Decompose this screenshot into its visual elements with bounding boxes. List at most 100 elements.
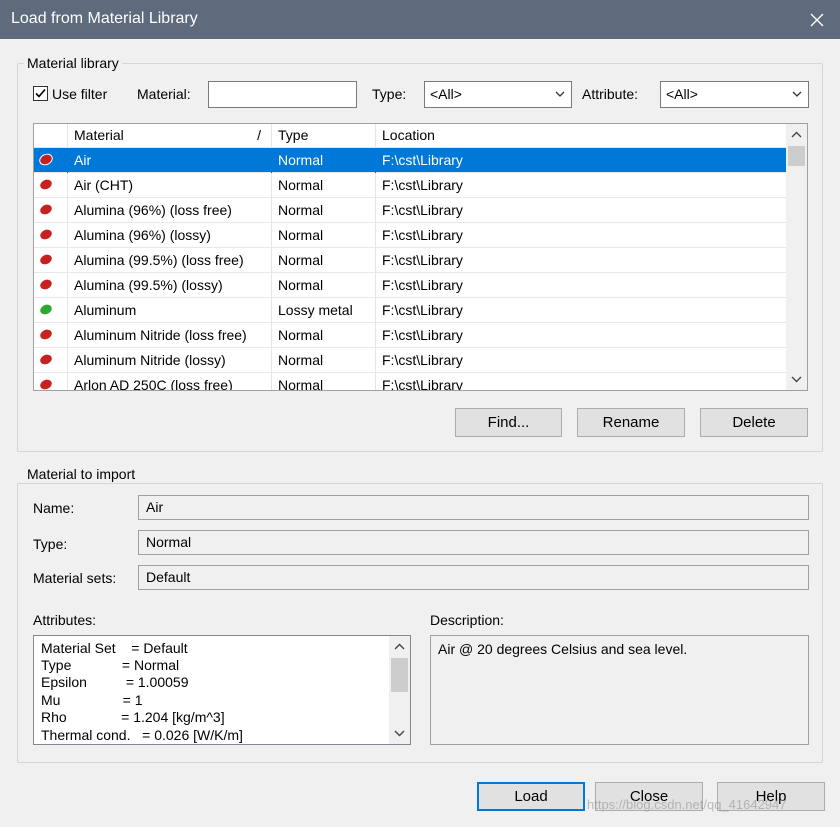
table-row[interactable]: Alumina (96%) (lossy) Normal F:\cst\Librar… bbox=[34, 223, 786, 248]
type-field: Normal bbox=[138, 530, 809, 555]
attributes-box[interactable]: Material Set = Default Type = Normal Eps… bbox=[33, 635, 411, 745]
sort-indicator-icon: / bbox=[257, 127, 261, 143]
load-button[interactable]: Load bbox=[477, 782, 585, 811]
table-row[interactable]: Air Normal F:\cst\Library bbox=[34, 148, 786, 173]
attribute-line: Type = Normal bbox=[41, 657, 180, 673]
material-icon-cell bbox=[34, 273, 68, 298]
find-button[interactable]: Find... bbox=[455, 408, 562, 437]
attribute-line: Material Set = Default bbox=[41, 640, 188, 656]
table-row[interactable]: Alumina (96%) (loss free) Normal F:\cst\Li… bbox=[34, 198, 786, 223]
material-location-cell: F:\cst\Library bbox=[382, 152, 463, 168]
attribute-filter-dropdown[interactable]: <All> bbox=[660, 81, 809, 108]
attribute-line: Epsilon = 1.00059 bbox=[41, 674, 189, 690]
material-icon-cell bbox=[34, 298, 68, 323]
material-type-cell: Normal bbox=[272, 323, 376, 348]
material-name-cell: Aluminum bbox=[68, 298, 272, 323]
material-type-cell: Normal bbox=[272, 198, 376, 223]
scroll-down-icon[interactable] bbox=[394, 729, 405, 737]
material-list[interactable]: Material / Type Location Air Normal F:\cst… bbox=[33, 123, 808, 391]
material-type-cell: Normal bbox=[272, 148, 376, 173]
table-row[interactable]: Alumina (99.5%) (loss free) Normal F:\cst\… bbox=[34, 248, 786, 273]
description-label: Description: bbox=[430, 612, 504, 628]
checkmark-icon bbox=[35, 88, 46, 98]
material-color-icon bbox=[38, 227, 54, 242]
window-title: Load from Material Library bbox=[11, 10, 198, 27]
column-header-type[interactable]: Type bbox=[272, 124, 376, 148]
material-icon-cell bbox=[34, 248, 68, 273]
chevron-down-icon bbox=[792, 91, 802, 97]
material-color-icon bbox=[38, 352, 54, 367]
material-type-cell: Normal bbox=[272, 173, 376, 198]
table-row[interactable]: Aluminum Nitride (loss free) Normal F:\cst… bbox=[34, 323, 786, 348]
attribute-line: Thermal cond. = 0.026 [W/K/m] bbox=[41, 727, 243, 743]
name-field: Air bbox=[138, 495, 809, 520]
type-filter-value: <All> bbox=[430, 86, 462, 102]
scrollbar-thumb[interactable] bbox=[391, 658, 408, 692]
material-sets-field: Default bbox=[138, 565, 809, 590]
material-name-cell: Air bbox=[68, 148, 272, 173]
column-header-location[interactable]: Location bbox=[376, 124, 786, 148]
attribute-line: Rho = 1.204 [kg/m^3] bbox=[41, 709, 225, 725]
description-box: Air @ 20 degrees Celsius and sea level. bbox=[430, 635, 809, 745]
type-label: Type: bbox=[33, 536, 68, 552]
material-color-icon bbox=[38, 177, 54, 192]
close-icon[interactable] bbox=[794, 0, 840, 39]
material-name-cell: Aluminum Nitride (lossy) bbox=[68, 348, 272, 373]
material-color-icon bbox=[38, 202, 54, 217]
material-color-icon bbox=[37, 151, 55, 168]
material-location-cell: F:\cst\Library bbox=[382, 177, 463, 193]
material-color-icon bbox=[38, 302, 54, 317]
material-color-icon bbox=[38, 377, 54, 390]
material-filter-label: Material: bbox=[137, 86, 191, 102]
scrollbar-thumb[interactable] bbox=[788, 146, 805, 166]
material-library-dialog: Load from Material Library Material libr… bbox=[0, 0, 840, 827]
table-row[interactable]: Aluminum Lossy metal F:\cst\Library bbox=[34, 298, 786, 323]
material-location-cell: F:\cst\Library bbox=[382, 327, 463, 343]
use-filter-label[interactable]: Use filter bbox=[52, 86, 107, 102]
table-row[interactable]: Alumina (99.5%) (lossy) Normal F:\cst\Libr… bbox=[34, 273, 786, 298]
material-type-cell: Normal bbox=[272, 348, 376, 373]
material-location-cell: F:\cst\Library bbox=[382, 202, 463, 218]
attribute-line: Mu = 1 bbox=[41, 692, 143, 708]
material-name-cell: Arlon AD 250C (loss free) bbox=[68, 373, 272, 390]
material-type-cell: Normal bbox=[272, 248, 376, 273]
delete-button[interactable]: Delete bbox=[700, 408, 808, 437]
attribute-filter-label: Attribute: bbox=[582, 86, 639, 102]
material-color-icon bbox=[38, 327, 54, 342]
material-type-cell: Normal bbox=[272, 223, 376, 248]
material-icon-cell bbox=[34, 148, 68, 173]
material-name-cell: Alumina (99.5%) (lossy) bbox=[68, 273, 272, 298]
use-filter-checkbox[interactable] bbox=[33, 86, 48, 101]
material-location-cell: F:\cst\Library bbox=[382, 352, 463, 368]
material-filter-input[interactable] bbox=[208, 81, 357, 108]
material-color-icon bbox=[38, 252, 54, 267]
scroll-up-icon[interactable] bbox=[791, 131, 802, 139]
attributes-scrollbar[interactable] bbox=[389, 636, 410, 744]
material-type-cell: Normal bbox=[272, 273, 376, 298]
material-type-cell: Lossy metal bbox=[272, 298, 376, 323]
rename-button[interactable]: Rename bbox=[577, 408, 685, 437]
material-location-cell: F:\cst\Library bbox=[382, 252, 463, 268]
type-filter-label: Type: bbox=[372, 86, 407, 102]
material-name-cell: Air (CHT) bbox=[68, 173, 272, 198]
table-row[interactable]: Arlon AD 250C (loss free) Normal F:\cst\Li… bbox=[34, 373, 786, 390]
material-name-cell: Alumina (96%) (loss free) bbox=[68, 198, 272, 223]
list-scrollbar[interactable] bbox=[786, 124, 807, 390]
material-icon-cell bbox=[34, 198, 68, 223]
chevron-down-icon bbox=[555, 91, 565, 97]
material-name-cell: Aluminum Nitride (loss free) bbox=[68, 323, 272, 348]
attributes-label: Attributes: bbox=[33, 612, 97, 628]
table-row[interactable]: Air (CHT) Normal F:\cst\Library bbox=[34, 173, 786, 198]
column-header-icon[interactable] bbox=[34, 124, 68, 148]
material-name-cell: Alumina (96%) (lossy) bbox=[68, 223, 272, 248]
column-header-material[interactable]: Material / bbox=[68, 124, 272, 148]
material-location-cell: F:\cst\Library bbox=[382, 277, 463, 293]
scroll-up-icon[interactable] bbox=[394, 643, 405, 651]
table-row[interactable]: Aluminum Nitride (lossy) Normal F:\cst\Lib… bbox=[34, 348, 786, 373]
material-icon-cell bbox=[34, 323, 68, 348]
material-location-cell: F:\cst\Library bbox=[382, 302, 463, 318]
title-bar: Load from Material Library bbox=[0, 0, 840, 39]
type-filter-dropdown[interactable]: <All> bbox=[424, 81, 572, 108]
scroll-down-icon[interactable] bbox=[791, 375, 802, 383]
material-color-icon bbox=[38, 277, 54, 292]
